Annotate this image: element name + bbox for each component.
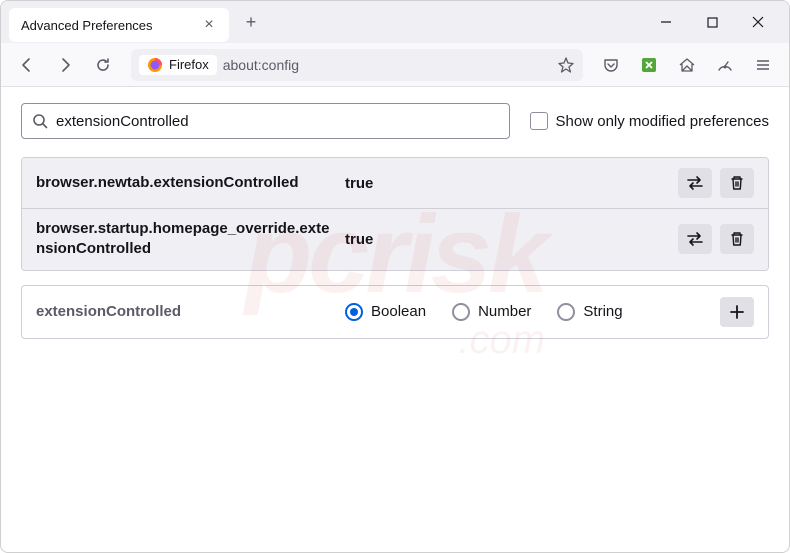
preference-row: browser.newtab.extensionControlled true: [22, 158, 768, 208]
bookmark-star-icon[interactable]: [557, 56, 575, 74]
pocket-button[interactable]: [595, 49, 627, 81]
preference-name: browser.startup.homepage_override.extens…: [36, 219, 331, 260]
search-input[interactable]: [56, 113, 499, 130]
reload-button[interactable]: [87, 49, 119, 81]
trash-icon: [729, 175, 745, 191]
forward-button[interactable]: [49, 49, 81, 81]
preference-value: true: [345, 175, 664, 192]
firefox-icon: [147, 57, 163, 73]
delete-button[interactable]: [720, 224, 754, 254]
preference-row: browser.startup.homepage_override.extens…: [22, 208, 768, 270]
app-menu-button[interactable]: [747, 49, 779, 81]
delete-button[interactable]: [720, 168, 754, 198]
tab-title: Advanced Preferences: [21, 18, 191, 33]
toggle-arrows-icon: [686, 231, 704, 247]
new-tab-button[interactable]: +: [235, 6, 267, 38]
type-label: Boolean: [371, 303, 426, 320]
browser-tab[interactable]: Advanced Preferences ×: [9, 8, 229, 42]
type-label: Number: [478, 303, 531, 320]
toggle-button[interactable]: [678, 168, 712, 198]
minimize-button[interactable]: [643, 6, 689, 38]
radio-icon: [345, 303, 363, 321]
toggle-arrows-icon: [686, 175, 704, 191]
radio-icon: [452, 303, 470, 321]
type-options: Boolean Number String: [345, 303, 706, 321]
type-boolean[interactable]: Boolean: [345, 303, 426, 321]
identity-box[interactable]: Firefox: [139, 55, 217, 75]
close-window-button[interactable]: [735, 6, 781, 38]
url-bar[interactable]: Firefox about:config: [131, 49, 583, 81]
radio-icon: [557, 303, 575, 321]
create-pref-name: extensionControlled: [36, 303, 331, 320]
add-button[interactable]: [720, 297, 754, 327]
show-modified-checkbox[interactable]: Show only modified preferences: [530, 112, 769, 130]
extension-icon[interactable]: [633, 49, 665, 81]
dashboard-icon[interactable]: [709, 49, 741, 81]
search-icon: [32, 113, 48, 129]
nav-toolbar: Firefox about:config: [1, 43, 789, 87]
preferences-list: browser.newtab.extensionControlled true …: [21, 157, 769, 271]
window-controls: [643, 6, 781, 38]
preference-name: browser.newtab.extensionControlled: [36, 173, 331, 193]
identity-label: Firefox: [169, 57, 209, 72]
toggle-button[interactable]: [678, 224, 712, 254]
back-button[interactable]: [11, 49, 43, 81]
about-config-content: Show only modified preferences browser.n…: [1, 87, 789, 355]
preference-value: true: [345, 231, 664, 248]
trash-icon: [729, 231, 745, 247]
plus-icon: [729, 304, 745, 320]
type-string[interactable]: String: [557, 303, 622, 321]
show-modified-label: Show only modified preferences: [556, 113, 769, 130]
type-number[interactable]: Number: [452, 303, 531, 321]
create-preference-row: extensionControlled Boolean Number Strin…: [21, 285, 769, 339]
preference-search-box[interactable]: [21, 103, 510, 139]
url-text: about:config: [223, 57, 299, 73]
type-label: String: [583, 303, 622, 320]
mail-icon[interactable]: [671, 49, 703, 81]
checkbox-icon[interactable]: [530, 112, 548, 130]
titlebar: Advanced Preferences × +: [1, 1, 789, 43]
maximize-button[interactable]: [689, 6, 735, 38]
tab-close-icon[interactable]: ×: [201, 17, 217, 33]
